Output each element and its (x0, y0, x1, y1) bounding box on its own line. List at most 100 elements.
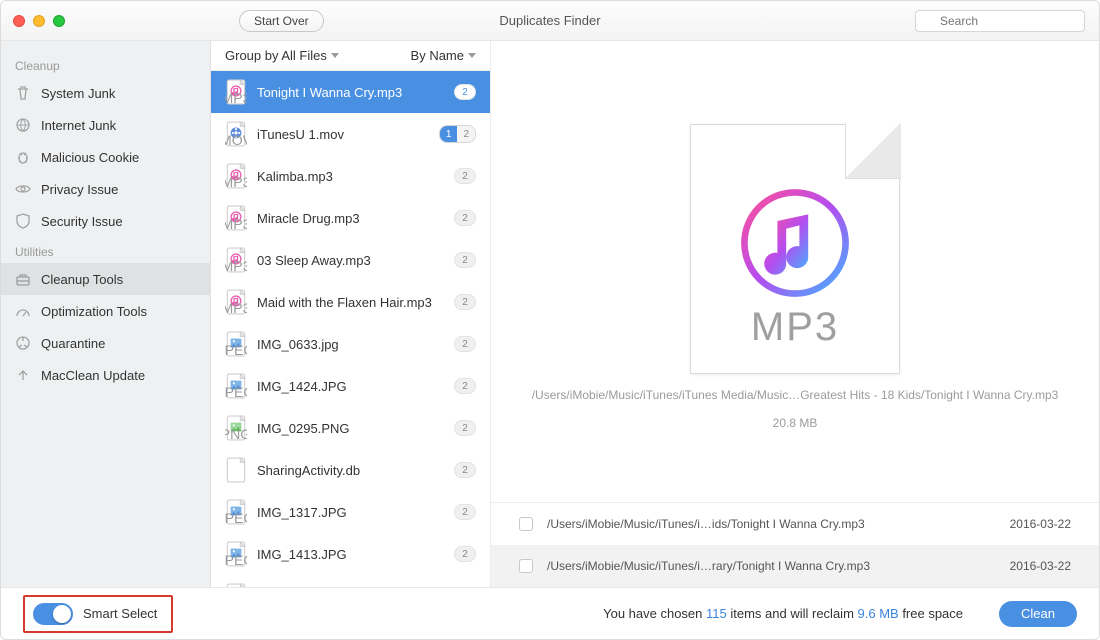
chevron-down-icon (468, 53, 476, 58)
duplicate-count-badge: 2 (454, 462, 476, 478)
eye-icon (15, 181, 31, 197)
sidebar: Cleanup System Junk Internet Junk Malicious… (1, 41, 211, 587)
duplicate-count-badge: 2 (454, 546, 476, 562)
summary-size: 9.6 MB (858, 606, 899, 621)
sidebar-item-system-junk[interactable]: System Junk (1, 77, 210, 109)
group-by-label: Group by All Files (225, 48, 327, 63)
sidebar-group-label: Cleanup (1, 51, 210, 77)
duplicate-count-badge: 2 (454, 336, 476, 352)
file-row[interactable]: PNG IMG_0295.PNG 2 (211, 407, 490, 449)
group-by-dropdown[interactable]: Group by All Files (225, 48, 339, 63)
sidebar-item-quarantine[interactable]: Quarantine (1, 327, 210, 359)
file-list-header: Group by All Files By Name (211, 41, 490, 71)
mp3-file-icon: MP3 (225, 79, 247, 105)
file-row[interactable]: JPEGIMG_1424.JPG2 (211, 365, 490, 407)
search-input[interactable] (915, 10, 1085, 32)
sidebar-item-malicious-cookie[interactable]: Malicious Cookie (1, 141, 210, 173)
duplicate-count-badge: 2 (454, 420, 476, 436)
smart-select-highlight: Smart Select (23, 595, 173, 633)
up-icon (15, 367, 31, 383)
shield-icon (15, 213, 31, 229)
file-row[interactable]: SharingActivity.db 2 (211, 449, 490, 491)
svg-text:MP3: MP3 (225, 174, 247, 189)
duplicate-date: 2016-03-22 (1010, 559, 1071, 573)
duplicate-checkbox[interactable] (519, 517, 533, 531)
toolbox-icon (15, 271, 31, 287)
file-size: 20.8 MB (773, 416, 818, 430)
png-file-icon: PNG (225, 415, 247, 441)
minimize-window-button[interactable] (33, 15, 45, 27)
sidebar-item-label: Quarantine (41, 336, 105, 351)
globe-icon (15, 117, 31, 133)
sort-by-label: By Name (411, 48, 464, 63)
file-name: iTunesU 1.mov (257, 127, 429, 142)
clean-button[interactable]: Clean (999, 601, 1077, 627)
file-row[interactable]: JPEGIMG_0633.jpg2 (211, 323, 490, 365)
app-window: Start Over Duplicates Finder CleanupSyst… (0, 0, 1100, 640)
duplicate-list: /Users/iMobie/Music/iTunes/i…ids/Tonight… (491, 502, 1099, 587)
sort-by-dropdown[interactable]: By Name (411, 48, 476, 63)
file-name: IMG_0633.jpg (257, 337, 444, 352)
duplicate-count-badge: 2 (454, 210, 476, 226)
file-row[interactable]: JPEGIMG_1317.JPG2 (211, 491, 490, 533)
file-name: SharingActivity.db (257, 463, 444, 478)
file-row[interactable]: JPEG IMG_1413.JPG 2 (211, 533, 490, 575)
duplicate-row[interactable]: /Users/iMobie/Music/iTunes/i…rary/Tonigh… (491, 545, 1099, 587)
mp3-file-icon: MP3 (225, 163, 247, 189)
chevron-down-icon (331, 53, 339, 58)
file-type-label: MP3 (690, 305, 900, 350)
music-note-icon (740, 188, 850, 298)
sidebar-item-label: Malicious Cookie (41, 150, 139, 165)
sidebar-item-label: Cleanup Tools (41, 272, 123, 287)
summary-text: You have chosen (603, 606, 706, 621)
smart-select-toggle[interactable] (33, 603, 73, 625)
sidebar-item-label: Internet Junk (41, 118, 116, 133)
file-row[interactable]: MP3 Kalimba.mp3 2 (211, 155, 490, 197)
duplicate-count-badge: 2 (454, 168, 476, 184)
sidebar-item-optimization-tools[interactable]: Optimization Tools (1, 295, 210, 327)
zoom-window-button[interactable] (53, 15, 65, 27)
body: Cleanup System Junk Internet Junk Malicious… (1, 41, 1099, 587)
sidebar-item-cleanup-tools[interactable]: Cleanup Tools (1, 263, 210, 295)
sidebar-item-security-issue[interactable]: Security Issue (1, 205, 210, 237)
jpeg-file-icon: JPEG (225, 373, 247, 399)
jpeg-file-icon: JPEG (225, 541, 247, 567)
duplicate-path: /Users/iMobie/Music/iTunes/i…ids/Tonight… (547, 517, 996, 531)
sidebar-item-macclean-update[interactable]: MacClean Update (1, 359, 210, 391)
mp3-file-icon: MP3 (225, 247, 247, 273)
file-row[interactable]: JPEGIMG_1224.JPG2 (211, 575, 490, 587)
start-over-button[interactable]: Start Over (239, 10, 324, 32)
file-name: Kalimba.mp3 (257, 169, 444, 184)
file-name: Miracle Drug.mp3 (257, 211, 444, 226)
svg-text:MP3: MP3 (225, 90, 247, 105)
duplicate-count-badge: 2 (454, 84, 476, 100)
duplicate-date: 2016-03-22 (1010, 517, 1071, 531)
file-row[interactable]: MP3Tonight I Wanna Cry.mp32 (211, 71, 490, 113)
sidebar-item-internet-junk[interactable]: Internet Junk (1, 109, 210, 141)
file-list: MP3Tonight I Wanna Cry.mp32MOViTunesU 1.… (211, 71, 490, 587)
file-list-pane: Group by All Files By Name MP3Tonight I … (211, 41, 491, 587)
file-path: /Users/iMobie/Music/iTunes/iTunes Media/… (532, 388, 1059, 402)
file-name: IMG_1413.JPG (257, 547, 444, 562)
duplicate-checkbox[interactable] (519, 559, 533, 573)
preview-area: MP3 /Users/iMobie/Music/iTunes/iTunes Me… (491, 41, 1099, 502)
search-field-wrap (915, 10, 1085, 32)
file-name: IMG_1424.JPG (257, 379, 444, 394)
duplicate-count-badge: 2 (454, 252, 476, 268)
sidebar-item-label: System Junk (41, 86, 115, 101)
file-row[interactable]: MP3Miracle Drug.mp32 (211, 197, 490, 239)
sidebar-item-label: MacClean Update (41, 368, 145, 383)
duplicate-row[interactable]: /Users/iMobie/Music/iTunes/i…ids/Tonight… (491, 503, 1099, 545)
file-name: IMG_0295.PNG (257, 421, 444, 436)
file-name: Maid with the Flaxen Hair.mp3 (257, 295, 444, 310)
sidebar-item-privacy-issue[interactable]: Privacy Issue (1, 173, 210, 205)
file-row[interactable]: MP303 Sleep Away.mp32 (211, 239, 490, 281)
file-name: IMG_1317.JPG (257, 505, 444, 520)
close-window-button[interactable] (13, 15, 25, 27)
duplicate-count-badge: 12 (439, 125, 476, 143)
svg-text:JPEG: JPEG (225, 552, 247, 567)
footer-bar: Smart Select You have chosen 115 items a… (1, 587, 1099, 639)
file-row[interactable]: MP3Maid with the Flaxen Hair.mp32 (211, 281, 490, 323)
doc-file-icon (225, 457, 247, 483)
file-row[interactable]: MOViTunesU 1.mov12 (211, 113, 490, 155)
